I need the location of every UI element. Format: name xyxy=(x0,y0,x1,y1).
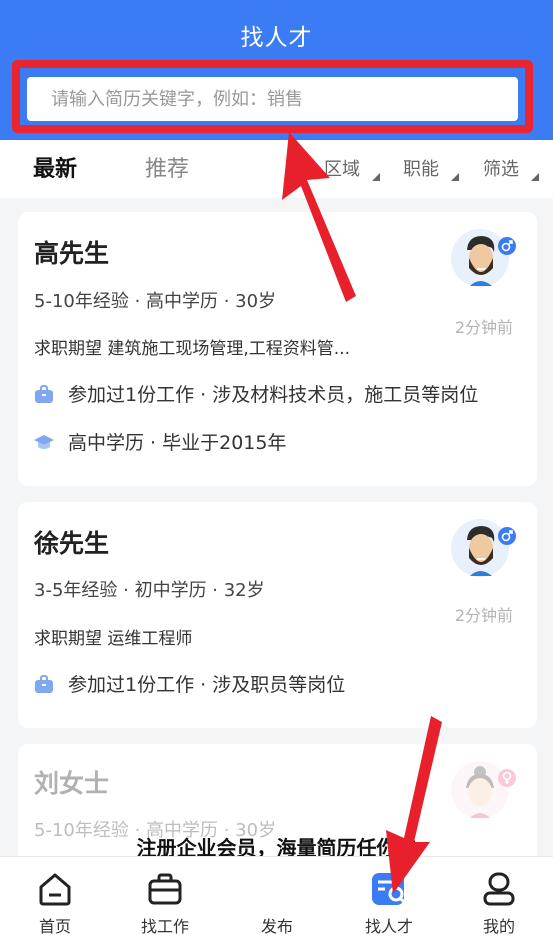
home-icon xyxy=(39,873,71,906)
education-text: 高中学历 · 毕业于2015年 xyxy=(68,432,287,454)
tabbar-item-home[interactable]: 首页 xyxy=(0,857,110,948)
filter-more[interactable]: 筛选 xyxy=(483,155,519,181)
tabbar-item-profile[interactable]: 我的 xyxy=(444,857,553,948)
tabbar-label: 首页 xyxy=(38,917,71,936)
find-talent-icon xyxy=(372,873,407,905)
dropdown-triangle-icon xyxy=(531,173,539,181)
briefcase-icon xyxy=(35,384,53,403)
candidate-meta: 3-5年经验 · 初中学历 · 32岁 xyxy=(34,580,265,601)
profile-icon xyxy=(483,872,515,906)
tabbar-label: 找工作 xyxy=(140,917,189,936)
page-title: 找人才 xyxy=(240,25,313,51)
resume-card[interactable]: 高先生 5-10年经验 · 高中学历 · 30岁 求职期望 建筑施工现场管理,工… xyxy=(18,212,537,486)
female-symbol-icon xyxy=(498,769,516,787)
briefcase-icon xyxy=(35,674,53,693)
tabbar-label: 发布 xyxy=(260,917,293,936)
tabbar-label: 我的 xyxy=(482,917,515,936)
work-experience-text: 参加过1份工作 · 涉及材料技术员，施工员等岗位 xyxy=(68,384,479,406)
tab-recommended[interactable]: 推荐 xyxy=(145,151,189,183)
briefcase-icon xyxy=(148,873,182,905)
dropdown-triangle-icon xyxy=(372,173,380,181)
education-row: 高中学历 · 毕业于2015年 xyxy=(34,428,286,455)
male-symbol-icon xyxy=(498,527,516,545)
update-time: 2分钟前 xyxy=(454,318,513,337)
graduation-cap-icon xyxy=(34,434,54,449)
dropdown-triangle-icon xyxy=(451,173,459,181)
job-expectation: 求职期望 建筑施工现场管理,工程资料管... xyxy=(34,339,351,359)
work-experience-row: 参加过1份工作 · 涉及职员等岗位 xyxy=(34,670,345,697)
tabbar-label: 找人才 xyxy=(364,917,413,936)
candidate-name: 高先生 xyxy=(34,239,110,268)
work-experience-row: 参加过1份工作 · 涉及材料技术员，施工员等岗位 xyxy=(34,380,478,407)
tabbar-item-find-talent[interactable]: 找人才 xyxy=(334,857,444,948)
tab-latest[interactable]: 最新 xyxy=(33,151,77,183)
job-expectation: 求职期望 运维工程师 xyxy=(34,629,193,649)
search-highlight-box xyxy=(12,60,533,133)
filter-region[interactable]: 区域 xyxy=(324,155,360,181)
bottom-tab-bar: 首页 找工作 发布 找人才 我的 xyxy=(0,856,553,948)
work-experience-text: 参加过1份工作 · 涉及职员等岗位 xyxy=(68,674,346,696)
update-time: 2分钟前 xyxy=(454,606,513,625)
resume-card[interactable]: 徐先生 3-5年经验 · 初中学历 · 32岁 求职期望 运维工程师 2分钟前 … xyxy=(18,502,537,728)
candidate-name: 徐先生 xyxy=(34,529,110,558)
tab-filter-bar xyxy=(0,140,553,198)
candidate-name: 刘女士 xyxy=(34,769,110,798)
male-symbol-icon xyxy=(498,237,516,255)
filter-function[interactable]: 职能 xyxy=(403,155,439,181)
tabbar-item-find-job[interactable]: 找工作 xyxy=(110,857,220,948)
tabbar-item-publish[interactable]: 发布 xyxy=(222,857,332,948)
candidate-meta: 5-10年经验 · 高中学历 · 30岁 xyxy=(34,291,277,312)
